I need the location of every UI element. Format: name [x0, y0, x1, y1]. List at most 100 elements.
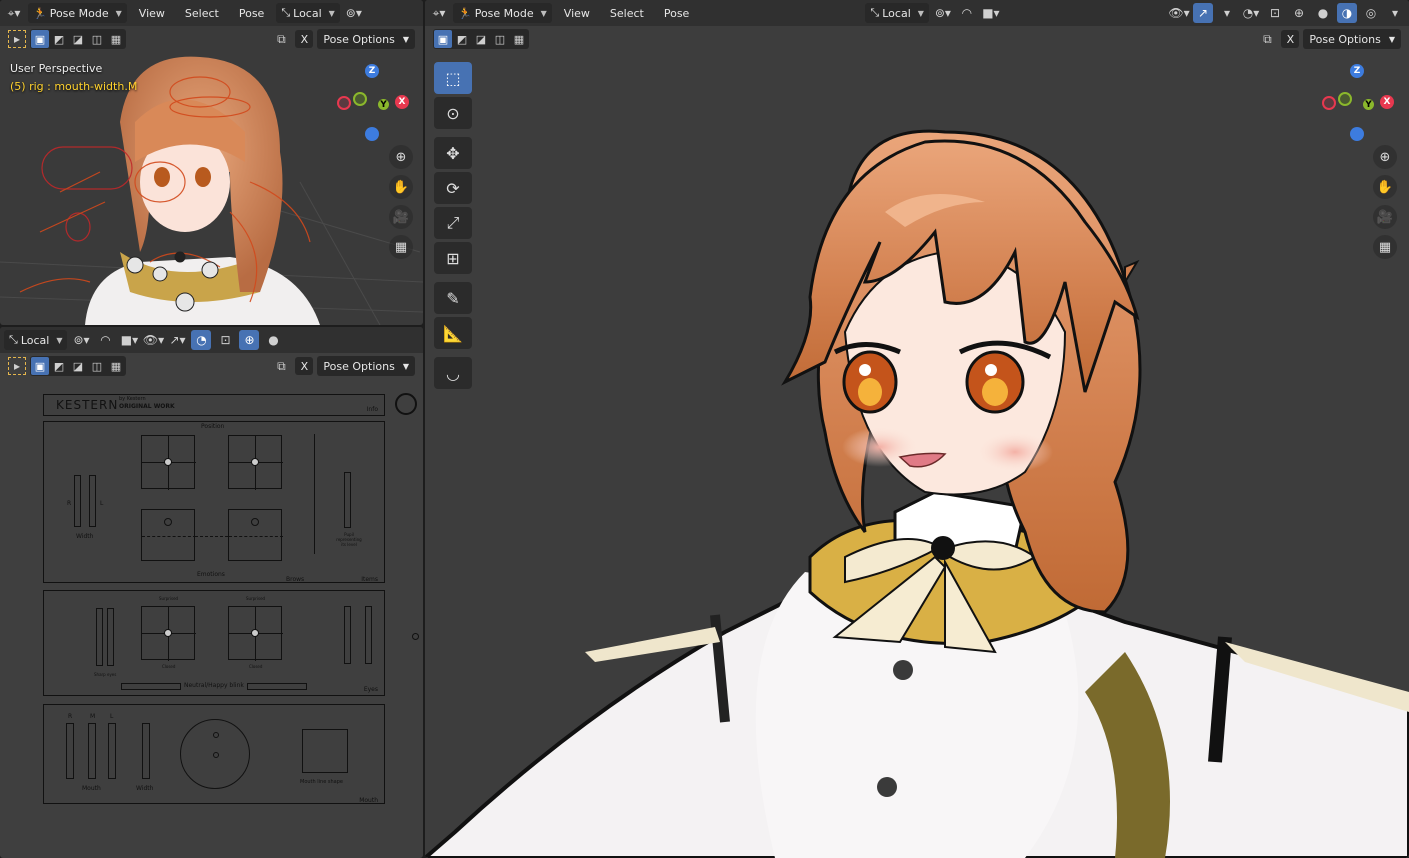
width-slider-l[interactable] [89, 475, 96, 527]
items-slider[interactable] [344, 472, 351, 528]
xray-icon[interactable]: ⊡ [215, 330, 235, 350]
navigation-gizmo[interactable]: Z X Y [1320, 62, 1400, 142]
selection-modes[interactable]: ▣ ◩ ◪ ◫ ▦ [30, 356, 126, 376]
gizmo-dropdown-icon[interactable]: ▾ [1217, 3, 1237, 23]
sel-mode-extend-icon[interactable]: ◩ [453, 30, 471, 48]
neg-y-axis-icon[interactable] [353, 92, 367, 106]
mirror-icon[interactable]: ⧉ [271, 29, 291, 49]
menu-view[interactable]: View [556, 7, 598, 20]
eye-extra-slider-2[interactable] [365, 606, 372, 664]
rotate-tool-icon[interactable]: ⟳ [434, 172, 472, 204]
zoom-icon[interactable]: ⊕ [1373, 145, 1397, 169]
mirror-icon[interactable]: ⧉ [271, 356, 291, 376]
mirror-icon[interactable]: ⧉ [1257, 29, 1277, 49]
menu-select[interactable]: Select [602, 7, 652, 20]
panel-target-icon[interactable] [395, 393, 417, 415]
move-tool-icon[interactable]: ✥ [434, 137, 472, 169]
editor-type-icon[interactable]: ⌖▾ [4, 3, 24, 23]
z-axis-icon[interactable]: Z [365, 64, 379, 78]
sel-mode-new-icon[interactable]: ▣ [31, 30, 49, 48]
blink-slider-left[interactable] [121, 683, 181, 690]
mouth-width-slider[interactable] [142, 723, 150, 779]
grid-icon[interactable]: ▦ [1373, 235, 1397, 259]
selection-modes[interactable]: ▣ ◩ ◪ ◫ ▦ [30, 29, 126, 49]
navigation-gizmo[interactable]: Z X Y [335, 62, 415, 142]
sel-mode-invert-icon[interactable]: ◫ [88, 30, 106, 48]
proportional-icon[interactable]: ⊚▾ [71, 330, 91, 350]
character-render[interactable] [425, 52, 1409, 858]
eye-extra-slider-1[interactable] [344, 606, 351, 664]
y-axis-icon[interactable]: Y [1363, 99, 1374, 110]
pivot-dropdown[interactable]: ⤡ Local ▼ [276, 3, 340, 23]
snap-target-icon[interactable]: ■▾ [119, 330, 139, 350]
pivot-dropdown[interactable]: ⤡ Local ▼ [4, 330, 68, 350]
pose-options-dropdown[interactable]: Pose Options ▼ [317, 356, 415, 376]
xray-icon[interactable]: ⊡ [1265, 3, 1285, 23]
shading-dropdown-icon[interactable]: ▾ [1385, 3, 1405, 23]
y-axis-icon[interactable]: Y [378, 99, 389, 110]
proportional-icon[interactable]: ⊚▾ [933, 3, 953, 23]
eye-control-left[interactable] [141, 606, 196, 661]
wireframe-shading-icon[interactable]: ⊕ [239, 330, 260, 350]
zoom-icon[interactable]: ⊕ [389, 145, 413, 169]
selection-modes[interactable]: ▣ ◩ ◪ ◫ ▦ [433, 29, 529, 49]
camera-icon[interactable]: 🎥 [389, 205, 413, 229]
pivot-dropdown[interactable]: ⤡ Local ▼ [865, 3, 929, 23]
pan-hand-icon[interactable]: ✋ [1373, 175, 1397, 199]
face-control-panel[interactable]: KESTERN by Kestern ORIGINAL WORK Info Po… [43, 394, 385, 804]
x-mirror-button[interactable]: X [295, 30, 314, 48]
grid-icon[interactable]: ▦ [389, 235, 413, 259]
menu-view[interactable]: View [131, 7, 173, 20]
mouth-slider-r[interactable] [66, 723, 74, 779]
z-axis-icon[interactable]: Z [1350, 64, 1364, 78]
pose-options-dropdown[interactable]: Pose Options ▼ [317, 29, 415, 49]
neg-x-axis-icon[interactable] [337, 96, 351, 110]
sel-mode-subtract-icon[interactable]: ◪ [69, 30, 87, 48]
gizmo-toggle-icon[interactable]: ↗▾ [167, 330, 187, 350]
pose-options-dropdown[interactable]: Pose Options ▼ [1303, 29, 1401, 49]
sel-mode-subtract-icon[interactable]: ◪ [69, 357, 87, 375]
mouth-circle-control[interactable] [180, 719, 250, 789]
viewport-main[interactable]: ⌖▾ 🏃 Pose Mode ▼ View Select Pose ⤡ Local ▼ … [425, 0, 1409, 858]
mode-dropdown[interactable]: 🏃 Pose Mode ▼ [28, 3, 127, 23]
x-axis-icon[interactable]: X [395, 95, 409, 109]
eye-slider-l[interactable] [107, 608, 114, 666]
sel-mode-new-icon[interactable]: ▣ [31, 357, 49, 375]
x-mirror-button[interactable]: X [1281, 30, 1300, 48]
scale-tool-icon[interactable]: ⤢ [434, 207, 472, 239]
x-axis-icon[interactable]: X [1380, 95, 1394, 109]
sel-mode-intersect-icon[interactable]: ▦ [107, 30, 125, 48]
mouth-slider-l[interactable] [108, 723, 116, 779]
sel-mode-extend-icon[interactable]: ◩ [50, 30, 68, 48]
select-box-tool-icon[interactable]: ▸ [8, 30, 26, 48]
sel-mode-invert-icon[interactable]: ◫ [88, 357, 106, 375]
eye-slider-r[interactable] [96, 608, 103, 666]
sel-mode-new-icon[interactable]: ▣ [434, 30, 452, 48]
neg-y-axis-icon[interactable] [1338, 92, 1352, 106]
mouth-slider-m[interactable] [88, 723, 96, 779]
editor-type-icon[interactable]: ⌖▾ [429, 3, 449, 23]
material-shading-icon[interactable]: ◑ [1337, 3, 1357, 23]
camera-icon[interactable]: 🎥 [1373, 205, 1397, 229]
scroll-handle[interactable] [412, 633, 419, 640]
gizmo-toggle-icon[interactable]: ↗ [1193, 3, 1213, 23]
visibility-icon[interactable]: 👁▾ [143, 330, 164, 350]
brow-control-right[interactable] [228, 435, 283, 490]
annotate-tool-icon[interactable]: ✎ [434, 282, 472, 314]
sel-mode-intersect-icon[interactable]: ▦ [107, 357, 125, 375]
viewport-bottom-left[interactable]: ⤡ Local ▼ ⊚▾ ◠ ■▾ 👁▾ ↗▾ ◔ ⊡ ⊕ ● ▸ ▣ ◩ ◪ ◫ ▦ ⧉ … [0, 327, 423, 858]
menu-pose[interactable]: Pose [656, 7, 697, 20]
overlay-icon[interactable]: ◔▾ [1241, 3, 1261, 23]
neg-z-axis-icon[interactable] [1350, 127, 1364, 141]
transform-tool-icon[interactable]: ⊞ [434, 242, 472, 274]
solid-shading-icon[interactable]: ● [1313, 3, 1333, 23]
sel-mode-intersect-icon[interactable]: ▦ [510, 30, 528, 48]
snap-icon[interactable]: ◠ [957, 3, 977, 23]
rendered-shading-icon[interactable]: ◎ [1361, 3, 1381, 23]
solid-shading-icon[interactable]: ● [263, 330, 283, 350]
blink-slider-right[interactable] [247, 683, 307, 690]
neg-x-axis-icon[interactable] [1322, 96, 1336, 110]
wireframe-shading-icon[interactable]: ⊕ [1289, 3, 1309, 23]
proportional-icon[interactable]: ⊚▾ [344, 3, 364, 23]
select-box-tool-icon[interactable]: ▸ [8, 357, 26, 375]
